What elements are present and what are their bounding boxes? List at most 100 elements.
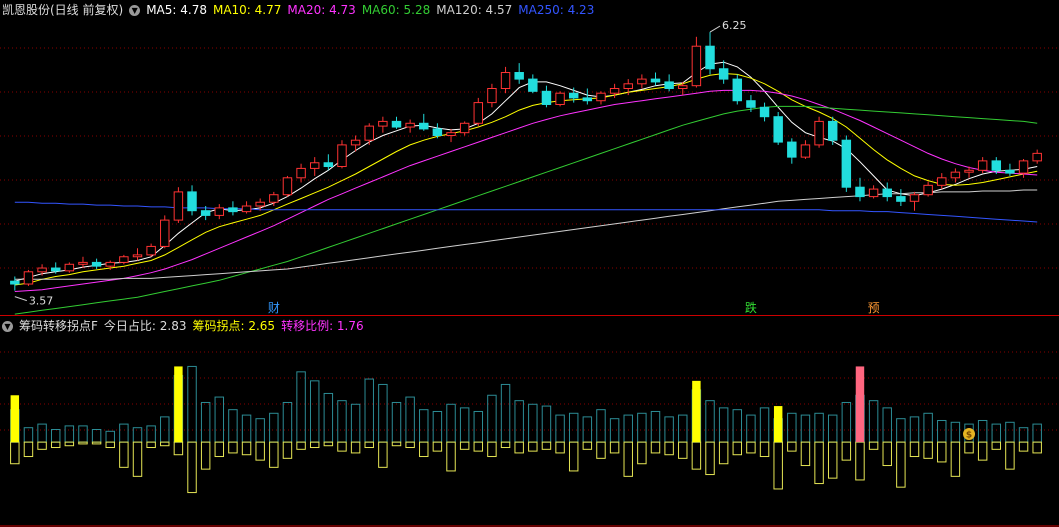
indicator-bar-down [664,441,674,456]
indicator-bar-up [541,405,552,443]
indicator-bar-highlight [773,406,783,443]
candle-body-down [391,120,402,128]
indicator-bar-up [596,409,606,443]
candle-body-up [459,122,470,134]
indicator-bar-down [487,441,497,458]
indicator-bar-down [787,441,797,452]
candle-body-down [787,141,797,158]
candle-body-up [214,207,225,216]
candle-body-down [1005,169,1015,174]
indicator-legend-item-0: 今日占比: 2.83 [103,319,187,333]
indicator-bar-up [814,412,824,443]
candle-body-up [596,92,606,102]
indicator-bar-down [473,441,484,452]
candle-body-down [528,78,538,92]
indicator-bar-down [309,441,320,449]
high-price-label: 6.25 [722,19,747,32]
indicator-bar-up [623,414,633,443]
candle-body-up [1032,152,1042,162]
indicator-bar-up [350,403,361,443]
indicator-bar-up [882,407,892,443]
candle-body-up [950,171,961,179]
indicator-bar-down [323,441,334,447]
event-marker-2[interactable]: 预 [868,301,880,315]
indicator-bar-down [350,441,361,454]
stock-title[interactable]: 凯恩股份(日线 前复权) [2,1,123,19]
candle-body-down [827,120,838,141]
indicator-bar-up [827,414,838,443]
indicator-bar-up [637,412,647,443]
event-marker-0[interactable]: 财 [268,301,280,315]
indicator-bar-up [446,403,456,443]
candle-body-down [855,186,865,198]
indicator-bar-down [241,441,252,456]
indicator-bar-up [937,419,947,443]
candle-body-up [160,219,170,247]
event-marker-1[interactable]: 跌 [745,301,757,315]
candle-body-up [446,132,456,136]
indicator-bar-down [459,441,470,450]
indicator-legend-item-1: 筹码拐点: 2.65 [192,319,276,333]
indicator-bar-down [868,441,879,450]
candle-body-up [800,144,811,158]
indicator-bar-down [160,441,170,447]
indicator-bar-down [187,441,197,494]
indicator-bar-down [173,441,184,456]
candle-body-down [896,196,906,202]
indicator-legend: 今日占比: 2.83 筹码拐点: 2.65 转移比例: 1.76 [104,317,364,335]
chart-canvas[interactable]: 6.25 3.57 $ [0,0,1059,527]
candle-body-up [282,177,293,196]
indicator-bar-up [473,410,484,443]
indicator-title[interactable]: 筹码转移拐点F [19,317,98,335]
candle-body-up [119,256,129,263]
indicator-bar-up [514,400,524,443]
indicator-bar-down [500,441,511,449]
indicator-bar-down [555,441,565,454]
candle-body-up [405,122,415,128]
indicator-bar-up [37,423,47,443]
indicator-bar-down [23,441,34,458]
indicator-bar-down [1005,441,1015,470]
chevron-down-icon[interactable]: ▼ [129,4,141,16]
chevron-down-icon[interactable]: ▼ [2,320,13,332]
indicator-bar-up [119,423,129,443]
indicator-bar-down [623,441,633,477]
money-bag-icon: $ [966,431,972,441]
indicator-bar-up [977,419,988,443]
candle-body-down [200,210,211,216]
candle-body-down [882,188,892,198]
candle-body-down [228,207,238,213]
candle-body-up [609,88,620,94]
candle-body-up [1018,160,1029,174]
candle-body-down [991,160,1002,171]
ma-legend-item-0: MA5: 4.78 [146,3,207,17]
candle-body-up [255,201,265,207]
indicator-bar-up [841,401,852,443]
indicator-bar-down [119,441,129,468]
indicator-bar-up [487,394,497,443]
candle-body-down [568,92,579,99]
indicator-bar-up [923,412,933,443]
indicator-bar-down [637,441,647,465]
indicator-bar-down [364,441,374,449]
candle-body-up [78,261,88,265]
candle-body-up [132,254,143,258]
indicator-bar-down [977,441,988,461]
indicator-bar-down [214,441,225,458]
candle-body-up [296,167,306,179]
ma-legend-item-3: MA60: 5.28 [361,3,431,17]
indicator-bar-down [269,441,279,468]
indicator-bar-down [255,441,265,461]
indicator-legend-item-2: 转移比例: 1.76 [281,319,364,333]
candle-body-up [64,263,75,272]
indicator-bar-down [91,441,102,445]
ma-line-ma5 [14,61,1038,282]
candle-body-up [691,45,702,87]
indicator-bar-up [1005,421,1015,443]
candle-body-up [500,72,511,89]
candle-body-up [909,194,920,202]
indicator-bar-up [609,418,620,443]
indicator-bar-down [568,441,579,472]
candle-body-up [337,144,347,168]
indicator-bar-up [200,401,211,443]
